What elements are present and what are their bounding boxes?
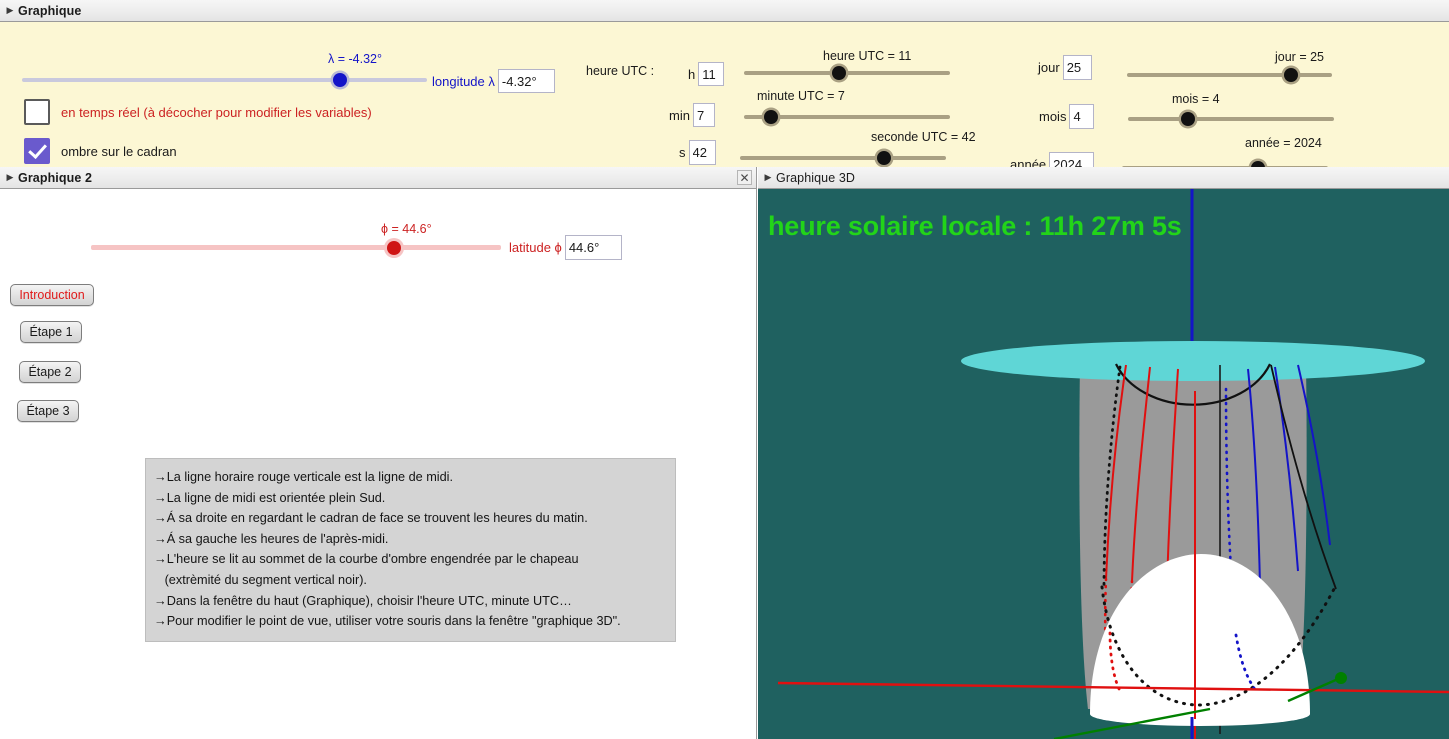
longitude-field-row: longitude λ [432,69,555,93]
month-slider-label: mois = 4 [1172,92,1220,106]
realtime-checkbox-label: en temps réel (à décocher pour modifier … [61,104,372,120]
longitude-field-label: longitude λ [432,73,495,89]
expand-triangle-icon[interactable]: ▶ [758,172,776,183]
graphique-3d-panel: ▶ Graphique 3D heure solaire locale : 11… [758,167,1449,739]
latitude-field-label: latitude ϕ [509,240,562,255]
day-slider[interactable] [1127,68,1332,82]
graphique-panel: ▶ Graphique λ = -4.32° longitude λ en te… [0,0,1449,177]
month-field-row: mois [1039,104,1095,129]
instruction-line: →La ligne de midi est orientée plein Sud… [154,490,386,505]
second-field-label: s [679,145,686,160]
latitude-slider-track[interactable] [91,245,501,250]
day-field-row: jour [1038,55,1092,80]
month-slider-track[interactable] [1128,117,1334,121]
second-slider-label: seconde UTC = 42 [871,130,976,144]
graphique-3d-viewport[interactable]: heure solaire locale : 11h 27m 5s [758,189,1449,739]
hour-field-row: h [688,62,725,86]
year-slider-label: année = 2024 [1245,136,1322,150]
expand-triangle-icon[interactable]: ▶ [0,172,18,183]
graphique-3d-panel-header[interactable]: ▶ Graphique 3D [758,167,1449,189]
sundial-3d-scene[interactable] [758,189,1449,739]
second-slider-track[interactable] [740,156,946,160]
graphique-2-panel-body: ϕ = 44.6° latitude ϕ Introduction Étape … [0,189,756,739]
latitude-slider-label: ϕ = 44.6° [381,222,432,236]
longitude-input[interactable] [497,69,555,93]
second-input[interactable] [688,140,716,165]
longitude-slider[interactable] [22,73,427,87]
latitude-field-row: latitude ϕ [509,235,622,260]
time-group-label: heure UTC : [586,64,655,78]
instruction-line: →Dans la fenêtre du haut (Graphique), ch… [154,593,572,608]
shadow-checkbox[interactable] [24,138,50,164]
minute-field-label: min [669,107,690,123]
longitude-slider-track[interactable] [22,78,427,82]
second-field-row: s [679,140,716,165]
realtime-checkbox-row[interactable]: en temps réel (à décocher pour modifier … [24,99,372,125]
hour-input[interactable] [698,62,725,86]
day-input[interactable] [1062,55,1092,80]
second-slider[interactable] [740,151,946,165]
latitude-slider[interactable] [91,241,501,255]
introduction-button[interactable]: Introduction [10,284,94,306]
close-icon[interactable]: ✕ [737,170,752,185]
y-axis-marker [1335,672,1347,684]
shadow-checkbox-label: ombre sur le cadran [61,143,177,159]
hour-field-label: h [688,66,696,82]
solar-time-label: heure solaire locale : 11h 27m 5s [768,211,1182,241]
graphique-panel-body: λ = -4.32° longitude λ en temps réel (à … [0,22,1449,177]
longitude-slider-thumb[interactable] [332,73,347,87]
graphique-3d-panel-title: Graphique 3D [776,170,856,185]
horizontal-disk [961,341,1425,381]
day-slider-track[interactable] [1127,73,1332,77]
etape-1-button[interactable]: Étape 1 [20,321,82,343]
instruction-line: →La ligne horaire rouge verticale est la… [154,470,454,484]
etape-3-button[interactable]: Étape 3 [17,400,79,422]
graphique-panel-title: Graphique [18,3,82,18]
latitude-input[interactable] [564,235,622,260]
instruction-line: →Á sa gauche les heures de l'après-midi. [154,531,389,546]
month-input[interactable] [1069,104,1095,129]
minute-input[interactable] [692,103,715,127]
instruction-line: →L'heure se lit au sommet de la courbe d… [154,552,579,567]
hour-slider[interactable] [744,66,950,80]
realtime-checkbox[interactable] [24,99,50,125]
graphique-2-panel-header[interactable]: ▶ Graphique 2 ✕ [0,167,756,189]
second-slider-thumb[interactable] [877,151,892,165]
hour-slider-track[interactable] [744,71,950,75]
etape-2-button[interactable]: Étape 2 [19,361,81,383]
day-slider-thumb[interactable] [1284,68,1298,82]
graphique-2-panel: ▶ Graphique 2 ✕ ϕ = 44.6° latitude ϕ Int… [0,167,757,739]
day-field-label: jour [1038,60,1060,75]
minute-slider[interactable] [744,110,950,124]
minute-field-row: min [669,103,715,127]
month-field-label: mois [1039,109,1067,124]
shadow-checkbox-row[interactable]: ombre sur le cadran [24,138,177,164]
minute-slider-thumb[interactable] [763,110,778,124]
expand-triangle-icon[interactable]: ▶ [0,5,18,16]
month-slider[interactable] [1128,112,1334,126]
longitude-slider-label: λ = -4.32° [328,52,382,66]
month-slider-thumb[interactable] [1180,112,1195,126]
graphique-panel-header[interactable]: ▶ Graphique [0,0,1449,22]
instruction-line: (extrèmité du segment vertical noir). [154,572,367,587]
hour-slider-label: heure UTC = 11 [823,49,912,63]
instruction-line: →Á sa droite en regardant le cadran de f… [154,511,588,526]
graphique-2-panel-title: Graphique 2 [18,170,93,185]
latitude-slider-thumb[interactable] [387,241,402,255]
hour-slider-thumb[interactable] [831,66,846,80]
instruction-line: →Pour modifier le point de vue, utiliser… [154,614,621,629]
day-slider-label: jour = 25 [1275,50,1324,64]
minute-slider-label: minute UTC = 7 [757,89,845,103]
instructions-box: →La ligne horaire rouge verticale est la… [145,458,676,642]
